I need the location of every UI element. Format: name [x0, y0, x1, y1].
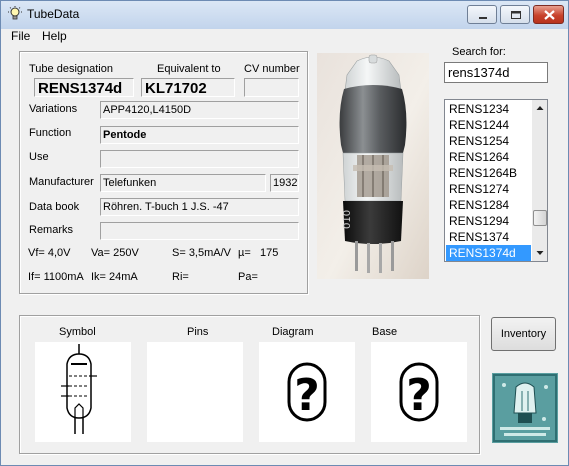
- question-mark-icon: ?: [399, 362, 439, 422]
- main-window: TubeData File Help Tube designation Equi…: [0, 0, 569, 466]
- equivalent-label: Equivalent to: [157, 63, 221, 75]
- list-item[interactable]: RENS1234: [446, 101, 531, 117]
- title-bar[interactable]: TubeData: [1, 1, 568, 29]
- use-field: [100, 150, 299, 168]
- search-label: Search for:: [452, 46, 506, 58]
- data-book-label: Data book: [29, 201, 80, 213]
- vf-value: Vf= 4,0V: [28, 247, 71, 259]
- s-value: S= 3,5mA/V: [172, 247, 232, 259]
- pins-panel: [147, 342, 243, 442]
- manufacturer-label: Manufacturer: [29, 176, 94, 188]
- scroll-down-arrow-icon[interactable]: [532, 245, 547, 261]
- svg-text:?: ?: [406, 370, 432, 421]
- equivalent-field: KL71702: [141, 78, 235, 97]
- list-item[interactable]: RENS1244: [446, 117, 531, 133]
- pins-title: Pins: [187, 326, 209, 338]
- tube-designation-label: Tube designation: [29, 63, 113, 75]
- pa-value: Pa=: [238, 271, 258, 283]
- maximize-button[interactable]: [500, 5, 530, 24]
- menu-file[interactable]: File: [11, 29, 30, 43]
- variations-label: Variations: [29, 103, 78, 115]
- va-value: Va= 250V: [91, 247, 139, 259]
- list-item[interactable]: RENS1374d: [446, 245, 531, 261]
- designation-field: RENS1374d: [34, 78, 134, 97]
- minimize-button[interactable]: [467, 5, 497, 24]
- cv-number-field: [244, 78, 299, 97]
- minimize-icon: [479, 17, 487, 19]
- list-scrollbar[interactable]: [532, 100, 547, 261]
- ik-value: Ik= 24mA: [91, 271, 138, 283]
- svg-text:010: 010: [342, 210, 353, 229]
- scroll-up-arrow-icon[interactable]: [532, 100, 547, 116]
- year-field: 1932: [270, 174, 299, 192]
- base-panel: ?: [371, 342, 467, 442]
- ri-value: Ri=: [172, 271, 189, 283]
- maximize-icon: [511, 11, 521, 19]
- list-item[interactable]: RENS1374: [446, 229, 531, 245]
- search-input[interactable]: [444, 62, 548, 83]
- list-item[interactable]: RENS1254: [446, 133, 531, 149]
- diagram-panel: ?: [259, 342, 355, 442]
- remarks-label: Remarks: [29, 224, 74, 236]
- symbol-title: Symbol: [59, 326, 96, 338]
- if-value: If= 1100mA: [28, 271, 84, 283]
- function-label: Function: [29, 127, 72, 139]
- pentode-symbol-icon: [61, 344, 97, 434]
- mu-value: 175: [260, 247, 279, 259]
- menu-bar: File Help: [1, 29, 568, 45]
- variations-field: APP4120,L4150D: [100, 101, 299, 119]
- data-book-field: Röhren. T-buch 1 J.S. -47: [100, 198, 299, 216]
- question-mark-icon: ?: [287, 362, 327, 422]
- manufacturer-field: Telefunken: [100, 174, 266, 192]
- close-button[interactable]: [533, 5, 564, 24]
- lightbulb-icon: [7, 6, 23, 22]
- menu-help[interactable]: Help: [42, 29, 67, 43]
- inventory-button[interactable]: Inventory: [491, 317, 556, 351]
- window-title: TubeData: [27, 7, 80, 21]
- svg-text:?: ?: [294, 370, 320, 421]
- list-item[interactable]: RENS1264B: [446, 165, 531, 181]
- list-item[interactable]: RENS1264: [446, 149, 531, 165]
- scrollbar-thumb[interactable]: [533, 210, 547, 226]
- remarks-field: [100, 222, 299, 240]
- symbol-panel: [35, 342, 131, 442]
- tube-photo: 010: [317, 53, 429, 279]
- list-item[interactable]: RENS1284: [446, 197, 531, 213]
- base-title: Base: [372, 326, 398, 338]
- mu-label: µ=: [238, 247, 251, 259]
- function-field: Pentode: [100, 126, 299, 144]
- close-icon: [544, 10, 555, 20]
- tubedata-logo: [492, 373, 558, 443]
- diagram-title: Diagram: [272, 326, 314, 338]
- tube-list[interactable]: RENS1234 RENS1244 RENS1254 RENS1264 RENS1264…: [444, 99, 548, 262]
- list-item[interactable]: RENS1294: [446, 213, 531, 229]
- cv-number-label: CV number: [244, 63, 300, 75]
- use-label: Use: [29, 151, 49, 163]
- list-item[interactable]: RENS1274: [446, 181, 531, 197]
